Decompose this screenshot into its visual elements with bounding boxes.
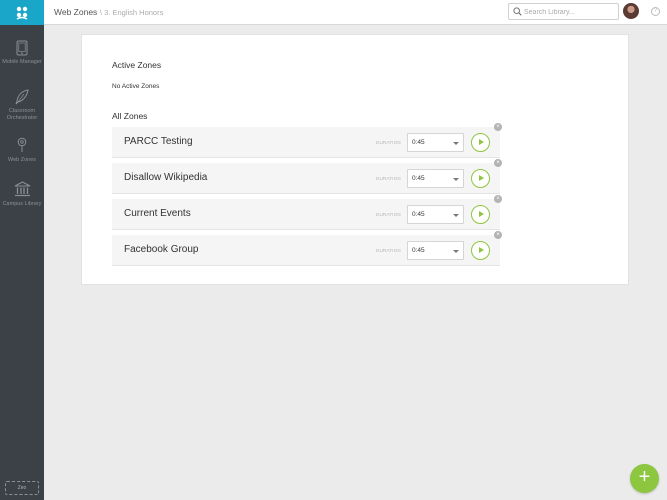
all-zones-title: All Zones — [112, 111, 148, 121]
start-zone-button[interactable] — [471, 133, 490, 152]
play-icon — [478, 175, 484, 181]
search-input[interactable] — [524, 6, 614, 18]
duration-label: DURATION — [376, 176, 401, 181]
breadcrumb-title[interactable]: Web Zones — [54, 7, 97, 17]
start-zone-button[interactable] — [471, 169, 490, 188]
library-building-icon — [14, 181, 30, 197]
quill-icon — [15, 89, 29, 105]
sidebar-item-campus-library[interactable]: Campus Library — [0, 181, 44, 208]
remove-zone-button[interactable]: × — [494, 123, 502, 131]
breadcrumb-subtitle: 3. English Honors — [104, 8, 164, 17]
breadcrumb-separator: \ — [99, 8, 102, 17]
duration-select[interactable]: 0:45 — [407, 169, 464, 188]
chevron-down-icon — [453, 214, 459, 217]
play-icon — [478, 247, 484, 253]
add-zone-button[interactable]: + — [630, 464, 659, 493]
top-header: Web Zones \ 3. English Honors ? — [44, 0, 667, 25]
location-pin-icon — [17, 137, 27, 152]
start-zone-button[interactable] — [471, 241, 490, 260]
sidebar-item-classroom-orchestrator[interactable]: Classroom Orchestrator — [0, 89, 44, 121]
zone-name: Disallow Wikipedia — [124, 172, 208, 183]
sidebar: Mobile Manager Classroom Orchestrator We… — [0, 0, 44, 500]
play-icon — [478, 139, 484, 145]
sidebar-item-label: Mobile Manager — [2, 59, 42, 65]
duration-select[interactable]: 0:45 — [407, 205, 464, 224]
zones-panel: Active Zones No Active Zones All Zones P… — [81, 34, 629, 285]
duration-value: 0:45 — [412, 139, 425, 146]
duration-select[interactable]: 0:45 — [407, 241, 464, 260]
tablet-icon — [16, 40, 28, 56]
remove-zone-button[interactable]: × — [494, 195, 502, 203]
chevron-down-icon — [453, 250, 459, 253]
zone-row[interactable]: Facebook Group DURATION 0:45 × — [112, 231, 502, 266]
search-box[interactable] — [508, 3, 619, 20]
zone-name: Facebook Group — [124, 244, 199, 255]
sidebar-item-label: Campus Library — [2, 201, 42, 207]
zone-row[interactable]: Current Events DURATION 0:45 × — [112, 195, 502, 230]
zone-row[interactable]: PARCC Testing DURATION 0:45 × — [112, 123, 502, 158]
zone-name: Current Events — [124, 208, 191, 219]
chevron-down-icon — [453, 142, 459, 145]
play-icon — [478, 211, 484, 217]
duration-label: DURATION — [376, 212, 401, 217]
duration-label: DURATION — [376, 140, 401, 145]
duration-select[interactable]: 0:45 — [407, 133, 464, 152]
breadcrumb: Web Zones \ 3. English Honors — [54, 7, 163, 17]
zone-name: PARCC Testing — [124, 136, 193, 147]
help-icon[interactable]: ? — [651, 7, 660, 16]
start-zone-button[interactable] — [471, 205, 490, 224]
app-logo[interactable] — [0, 0, 44, 25]
duration-value: 0:45 — [412, 247, 425, 254]
sidebar-item-mobile-manager[interactable]: Mobile Manager — [0, 40, 44, 66]
duration-value: 0:45 — [412, 211, 425, 218]
zone-row[interactable]: Disallow Wikipedia DURATION 0:45 × — [112, 159, 502, 194]
remove-zone-button[interactable]: × — [494, 159, 502, 167]
app-logo-icon — [16, 6, 28, 20]
sidebar-item-label: Classroom Orchestrator — [6, 108, 38, 121]
duration-value: 0:45 — [412, 175, 425, 182]
avatar[interactable] — [623, 3, 639, 19]
duration-label: DURATION — [376, 248, 401, 253]
sidebar-item-web-zones[interactable]: Web Zones — [0, 137, 44, 164]
search-icon — [513, 7, 522, 16]
sidebar-item-label: Web Zones — [7, 157, 37, 163]
active-zones-title: Active Zones — [112, 60, 162, 70]
no-active-zones-text: No Active Zones — [112, 83, 160, 90]
chevron-down-icon — [453, 178, 459, 181]
sidebar-footer-badge[interactable]: Zeo — [5, 481, 39, 495]
remove-zone-button[interactable]: × — [494, 231, 502, 239]
